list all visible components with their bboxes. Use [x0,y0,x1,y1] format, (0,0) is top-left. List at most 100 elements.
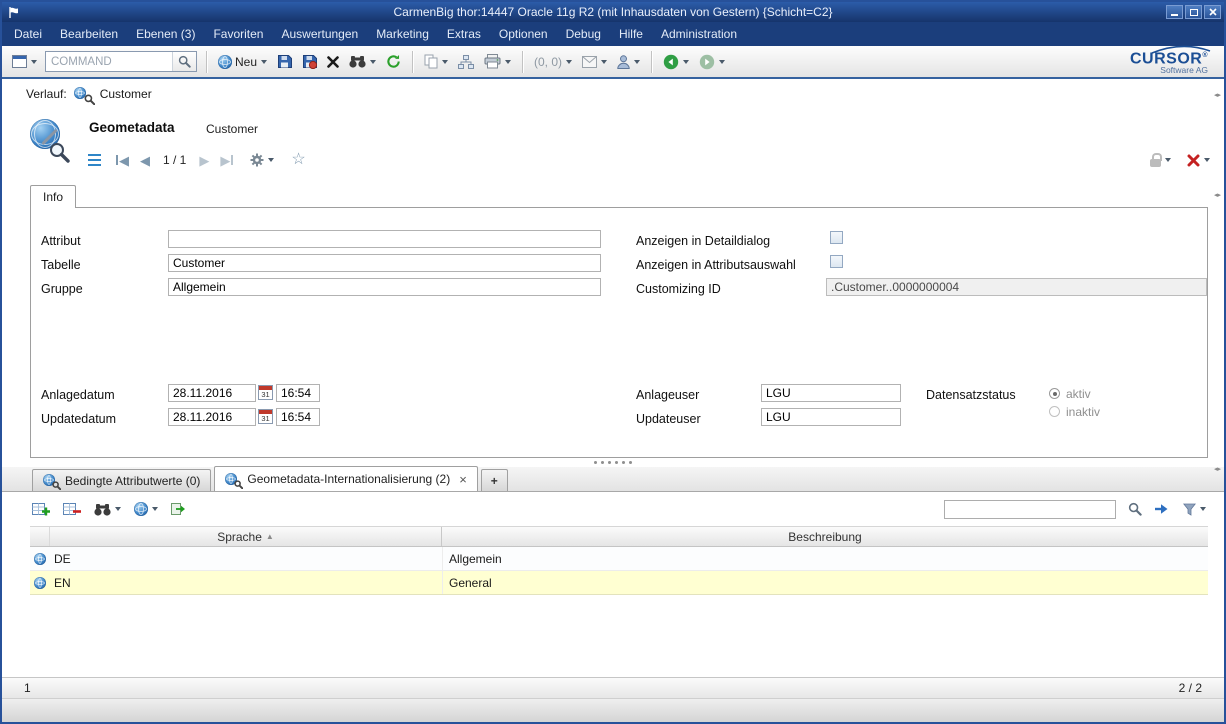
attribut-label: Attribut [41,234,81,248]
tab-close-icon[interactable]: × [459,473,467,486]
datensatzstatus-label: Datensatzstatus [926,388,1016,402]
settings-button[interactable] [248,151,276,169]
subtab-bar: Bedingte Attributwerte (0) Geometadata-I… [2,467,1224,492]
command-search-button[interactable] [172,52,196,71]
chevron-down-icon [719,60,725,64]
refresh-button[interactable] [384,52,403,71]
coordinates-label: (0, 0) [534,55,562,69]
horizontal-splitter[interactable] [2,458,1224,467]
panel-collapse-handle[interactable]: ◂▸ [1213,86,1222,104]
anlageuser-input[interactable] [761,384,901,402]
maximize-button[interactable] [1185,5,1202,19]
menu-marketing[interactable]: Marketing [376,27,429,41]
next-record-button[interactable]: ▶ [199,154,209,167]
menu-debug[interactable]: Debug [566,27,601,41]
updatedatum-time-input[interactable] [276,408,320,426]
save-all-button[interactable] [300,52,319,71]
envelope-icon [582,56,597,68]
cell-beschreibung: Allgemein [442,547,1208,570]
info-panel: Attribut Tabelle Gruppe Anzeigen in Deta… [30,207,1208,458]
form-window-button[interactable] [10,53,39,70]
grid-entity-button[interactable] [132,500,160,518]
goto-record-icon[interactable] [1154,503,1169,515]
updatedatum-date-input[interactable] [168,408,256,426]
lock-button[interactable] [1148,151,1173,169]
tab-geometadata-internationalisierung[interactable]: Geometadata-Internationalisierung (2) × [214,466,477,491]
menu-optionen[interactable]: Optionen [499,27,548,41]
record-navigation: ◀ ◀ 1 / 1 ▶ ▶ ☆ [88,151,306,169]
export-button[interactable] [169,500,188,518]
application-window: CarmenBig thor:14447 Oracle 11g R2 (mit … [0,0,1226,724]
user-button[interactable] [615,53,642,71]
tab-add-button[interactable]: + [481,469,508,491]
report-button[interactable] [580,54,609,70]
copy-button[interactable] [422,52,450,71]
column-header-beschreibung[interactable]: Beschreibung [442,527,1208,546]
table-row[interactable]: DE Allgemein [30,547,1208,571]
gruppe-input[interactable] [168,278,601,296]
last-record-button[interactable]: ▶ [220,154,233,167]
favorite-star-icon[interactable]: ☆ [291,152,305,168]
hierarchy-button[interactable] [456,53,476,71]
list-menu-icon[interactable] [88,154,101,166]
panel-collapse-handle[interactable]: ◂▸ [1213,460,1222,478]
anlagedatum-calendar-button[interactable]: 31 [258,385,273,400]
close-record-button[interactable] [1185,152,1212,169]
new-record-button[interactable]: Neu [216,53,269,71]
tab-info[interactable]: Info [30,185,76,208]
navigate-forward-button[interactable] [697,52,727,72]
updatedatum-calendar-button[interactable]: 31 [258,409,273,424]
gear-icon [250,153,264,167]
history-entry[interactable]: Customer [100,87,152,101]
menu-favoriten[interactable]: Favoriten [213,27,263,41]
chevron-down-icon [634,60,640,64]
menu-bearbeiten[interactable]: Bearbeiten [60,27,118,41]
gruppe-label: Gruppe [41,282,83,296]
window-title: CarmenBig thor:14447 Oracle 11g R2 (mit … [2,5,1224,19]
column-header-sprache[interactable]: Sprache ▲ [50,527,442,546]
chevron-down-icon [261,60,267,64]
anlagedatum-time-input[interactable] [276,384,320,402]
table-row-selected[interactable]: EN General [30,571,1208,595]
close-button[interactable] [1204,5,1221,19]
grid-filter-input[interactable] [944,500,1116,519]
first-record-button[interactable]: ◀ [116,154,129,167]
status-inaktiv-radio[interactable] [1049,406,1060,417]
navigate-back-button[interactable] [661,52,691,72]
panel-collapse-handle[interactable]: ◂▸ [1213,186,1222,204]
attribut-input[interactable] [168,230,601,248]
minimize-button[interactable] [1166,5,1183,19]
print-button[interactable] [482,52,513,71]
menu-ebenen[interactable]: Ebenen (3) [136,27,195,41]
anzeigen-attributsauswahl-checkbox[interactable] [830,255,843,268]
menu-extras[interactable]: Extras [447,27,481,41]
grid-search-button[interactable] [92,501,123,518]
record-page-indicator: 1 / 1 [161,153,188,167]
anzeigen-detaildialog-checkbox[interactable] [830,231,843,244]
record-header-actions [1148,151,1212,169]
coordinates-button[interactable]: (0, 0) [532,53,574,71]
menubar: Datei Bearbeiten Ebenen (3) Favoriten Au… [2,22,1224,46]
command-input[interactable] [46,53,172,70]
tab-bedingte-attributwerte[interactable]: Bedingte Attributwerte (0) [32,469,211,491]
magnifier-icon[interactable] [1128,502,1142,516]
menu-auswertungen[interactable]: Auswertungen [281,27,358,41]
refresh-icon [386,54,401,69]
copy-icon [424,54,438,69]
delete-button[interactable] [325,54,341,70]
updateuser-input[interactable] [761,408,901,426]
search-button[interactable] [347,53,378,70]
save-button[interactable] [275,52,294,71]
menu-hilfe[interactable]: Hilfe [619,27,643,41]
customizing-id-field [826,278,1207,296]
menu-datei[interactable]: Datei [14,27,42,41]
status-aktiv-radio[interactable] [1049,388,1060,399]
back-arrow-icon [663,54,679,70]
previous-record-button[interactable]: ◀ [140,154,150,167]
delete-row-button[interactable] [61,499,83,519]
tabelle-input[interactable] [168,254,601,272]
add-row-button[interactable] [30,499,52,519]
anlagedatum-date-input[interactable] [168,384,256,402]
filter-button[interactable] [1181,501,1208,518]
menu-administration[interactable]: Administration [661,27,737,41]
